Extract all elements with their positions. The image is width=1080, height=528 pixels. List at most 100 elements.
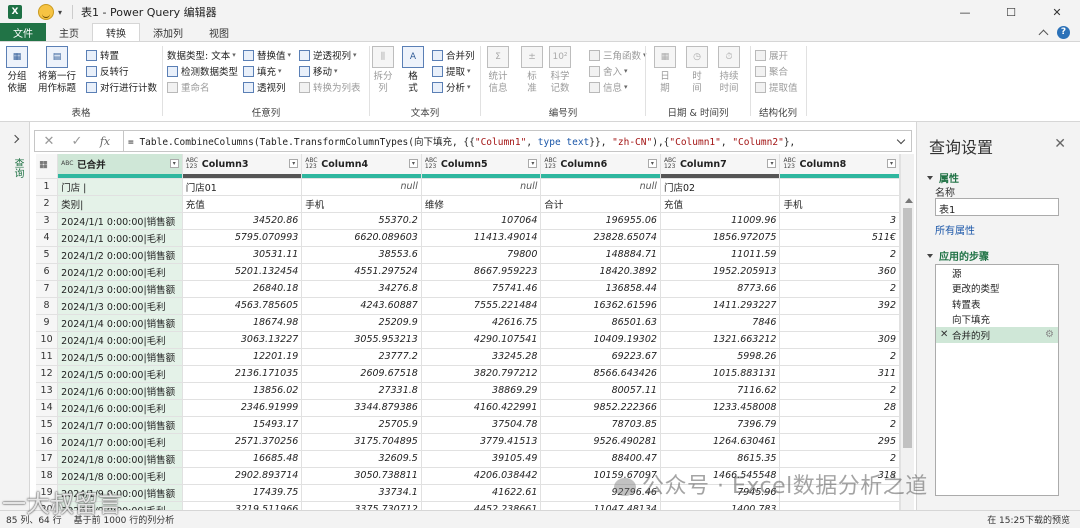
table-cell[interactable]: 33734.1 (301, 484, 422, 502)
row-number[interactable]: 10 (36, 331, 59, 349)
table-cell[interactable]: 2 (779, 348, 900, 366)
pivot-button[interactable]: 透视列 (243, 80, 286, 94)
table-cell[interactable]: 10409.19302 (540, 331, 661, 349)
table-cell[interactable]: 1015.883131 (660, 365, 781, 383)
type-icon[interactable]: ABC (61, 161, 75, 167)
row-number[interactable]: 5 (36, 246, 59, 264)
tab-file[interactable]: 文件 (0, 23, 46, 41)
column-header[interactable]: ABC 123 Column3 ▾ (182, 154, 303, 174)
table-cell[interactable]: 2024/1/1 0:00:00|毛利 (57, 229, 183, 247)
table-cell[interactable]: 3375.730712 (301, 501, 422, 510)
row-number[interactable]: 9 (36, 314, 59, 332)
rename-button[interactable]: 重命名 (167, 80, 210, 94)
collapse-ribbon-icon[interactable] (1038, 29, 1049, 39)
table-cell[interactable]: 23777.2 (301, 348, 422, 366)
column-header[interactable]: ABC 123 Column8 ▾ (779, 154, 900, 174)
table-cell[interactable]: 5998.26 (660, 348, 781, 366)
table-cell[interactable]: 8566.643426 (540, 365, 661, 383)
table-cell[interactable]: 2024/1/7 0:00:00|销售额 (57, 416, 183, 434)
table-cell[interactable]: 69223.67 (540, 348, 661, 366)
table-cell[interactable]: 2024/1/3 0:00:00|销售额 (57, 280, 183, 298)
table-cell[interactable]: 38553.6 (301, 246, 422, 264)
standard-button[interactable]: ± 标 准 (521, 46, 543, 95)
aggregate-button[interactable]: 聚合 (755, 64, 788, 78)
table-cell[interactable]: 37504.78 (421, 416, 542, 434)
table-cell[interactable]: 11047.48134 (540, 501, 661, 510)
table-cell[interactable]: 9852.222366 (540, 399, 661, 417)
table-cell[interactable]: 3055.953213 (301, 331, 422, 349)
type-icon[interactable]: ABC 123 (664, 158, 678, 170)
table-cell[interactable]: 2024/1/6 0:00:00|毛利 (57, 399, 183, 417)
table-cell[interactable]: 4243.60887 (301, 297, 422, 315)
info-button[interactable]: 信息 ▾ (589, 80, 628, 94)
column-header[interactable]: ABC 123 Column4 ▾ (301, 154, 422, 174)
table-cell[interactable]: 2024/1/2 0:00:00|销售额 (57, 246, 183, 264)
rounding-button[interactable]: 舍入 ▾ (589, 64, 628, 78)
type-icon[interactable]: ABC 123 (544, 158, 558, 170)
confirm-formula-icon[interactable]: ✓ (63, 134, 91, 149)
table-cell[interactable]: 2024/1/5 0:00:00|销售额 (57, 348, 183, 366)
row-number[interactable]: 14 (36, 399, 59, 417)
type-icon[interactable]: ABC 123 (305, 158, 319, 170)
table-menu-icon[interactable]: ▦ (36, 154, 59, 174)
table-cell[interactable]: 1400.783 (660, 501, 781, 510)
table-cell[interactable]: 手机 (301, 195, 422, 213)
table-cell[interactable]: 3050.738811 (301, 467, 422, 485)
table-cell[interactable]: 3 (779, 212, 900, 230)
table-cell[interactable]: null (301, 178, 422, 196)
column-header[interactable]: ABC 已合并 ▾ (57, 154, 183, 174)
move-button[interactable]: 移动 ▾ (299, 64, 338, 78)
table-cell[interactable]: null (421, 178, 542, 196)
filter-dropdown-icon[interactable]: ▾ (887, 159, 896, 168)
table-cell[interactable]: 2 (779, 416, 900, 434)
applied-step[interactable]: 转置表 (936, 296, 1058, 312)
table-cell[interactable]: 392 (779, 297, 900, 315)
table-cell[interactable]: 2136.171035 (182, 365, 303, 383)
table-cell[interactable]: 门店02 (660, 178, 781, 196)
table-cell[interactable]: 3820.797212 (421, 365, 542, 383)
table-cell[interactable]: 8773.66 (660, 280, 781, 298)
table-cell[interactable]: 3344.879386 (301, 399, 422, 417)
table-cell[interactable]: 2024/1/4 0:00:00|销售额 (57, 314, 183, 332)
table-cell[interactable]: 1321.663212 (660, 331, 781, 349)
tab-view[interactable]: 视图 (196, 23, 242, 41)
delete-step-icon[interactable]: ✕ (940, 329, 948, 340)
table-cell[interactable]: 2 (779, 280, 900, 298)
table-cell[interactable]: 86501.63 (540, 314, 661, 332)
split-column-button[interactable]: ⫼ 拆分 列 (372, 46, 394, 95)
filter-dropdown-icon[interactable]: ▾ (169, 159, 179, 168)
row-number[interactable]: 15 (36, 416, 59, 434)
table-cell[interactable]: 类别| (57, 195, 183, 213)
row-number[interactable]: 16 (36, 433, 59, 451)
formula-input[interactable]: = Table.CombineColumns(Table.TransformCo… (128, 134, 891, 148)
tab-transform[interactable]: 转换 (92, 23, 140, 41)
table-cell[interactable]: 39105.49 (421, 450, 542, 468)
reverse-rows-button[interactable]: 反转行 (86, 64, 129, 78)
row-number[interactable]: 3 (36, 212, 59, 230)
table-cell[interactable]: 1856.972075 (660, 229, 781, 247)
table-cell[interactable]: 309 (779, 331, 900, 349)
table-cell[interactable]: 2024/1/5 0:00:00|毛利 (57, 365, 183, 383)
time-button[interactable]: ◷ 时 间 (686, 46, 708, 95)
unpivot-button[interactable]: 逆透视列 ▾ (299, 48, 357, 62)
table-cell[interactable]: 23828.65074 (540, 229, 661, 247)
filter-dropdown-icon[interactable]: ▾ (767, 159, 777, 168)
table-cell[interactable]: 4206.038442 (421, 467, 542, 485)
table-cell[interactable]: 30531.11 (182, 246, 303, 264)
use-first-row-button[interactable]: ▤ 将第一行 用作标题 (38, 46, 76, 95)
row-number[interactable]: 7 (36, 280, 59, 298)
minimize-button[interactable]: — (942, 0, 988, 24)
table-cell[interactable]: 合计 (540, 195, 661, 213)
table-cell[interactable]: 3175.704895 (301, 433, 422, 451)
table-cell[interactable]: 4452.238661 (421, 501, 542, 510)
table-cell[interactable]: 75741.46 (421, 280, 542, 298)
table-cell[interactable]: 5795.070993 (182, 229, 303, 247)
table-cell[interactable]: 2902.893714 (182, 467, 303, 485)
table-cell[interactable]: 2 (779, 382, 900, 400)
table-cell[interactable]: 79800 (421, 246, 542, 264)
row-number[interactable]: 4 (36, 229, 59, 247)
table-cell[interactable]: 2 (779, 246, 900, 264)
table-cell[interactable]: 11009.96 (660, 212, 781, 230)
table-cell[interactable]: null (540, 178, 661, 196)
table-cell[interactable]: 7396.79 (660, 416, 781, 434)
